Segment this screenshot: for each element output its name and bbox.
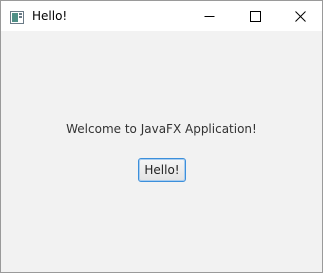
hello-button[interactable]: Hello! (138, 158, 186, 182)
close-icon (294, 10, 306, 22)
title-bar[interactable]: Hello! (1, 1, 322, 31)
welcome-label: Welcome to JavaFX Application! (66, 122, 257, 136)
content-pane: Welcome to JavaFX Application! Hello! (1, 31, 322, 272)
minimize-button[interactable] (186, 1, 232, 31)
maximize-button[interactable] (232, 1, 278, 31)
minimize-icon (204, 11, 215, 22)
close-button[interactable] (277, 1, 323, 31)
window-title: Hello! (32, 9, 68, 23)
maximize-icon (249, 10, 261, 22)
app-window: Hello! Welcome to JavaFX Application! He… (0, 0, 323, 273)
java-app-icon (10, 9, 24, 24)
